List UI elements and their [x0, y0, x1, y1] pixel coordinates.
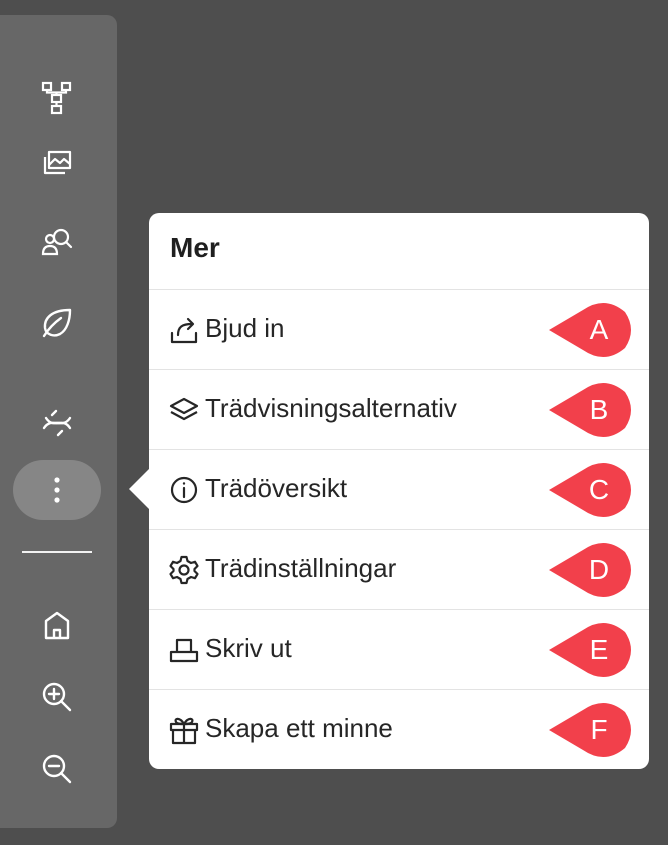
annotation-marker: C: [545, 460, 635, 520]
more-vertical-icon: [54, 477, 60, 503]
menu-item-tree-view-options[interactable]: Trädvisningsalternativ B: [149, 369, 649, 449]
menu-item-label: Bjud in: [205, 313, 285, 343]
menu-item-label: Trädöversikt: [205, 473, 348, 503]
menu-item-tree-overview[interactable]: Trädöversikt C: [149, 449, 649, 529]
annotation-marker: A: [545, 300, 635, 360]
search-people-button[interactable]: [13, 213, 101, 273]
annotation-marker: E: [545, 620, 635, 680]
share-icon: [168, 314, 200, 346]
menu-item-label: Trädinställningar: [205, 553, 397, 583]
more-button[interactable]: [13, 460, 101, 520]
gallery-button[interactable]: [13, 135, 101, 195]
dna-button[interactable]: [13, 393, 101, 453]
search-person-icon: [41, 228, 73, 256]
annotation-marker: D: [545, 540, 635, 600]
family-tree-icon: [41, 81, 72, 115]
layers-icon: [168, 394, 200, 426]
menu-item-tree-settings[interactable]: Trädinställningar D: [149, 529, 649, 609]
gallery-icon: [43, 150, 72, 175]
menu-item-label: Skapa ett minne: [205, 713, 393, 743]
family-tree-button[interactable]: [13, 68, 101, 128]
menu-item-label: Skriv ut: [205, 633, 292, 663]
print-icon: [168, 634, 200, 666]
settings-icon: [168, 554, 200, 586]
info-icon: [168, 474, 200, 506]
more-menu: Mer Bjud in A Trädvisningsalternativ B T…: [149, 213, 649, 769]
annotation-marker: B: [545, 380, 635, 440]
home-button[interactable]: [13, 595, 101, 655]
left-toolbar: [0, 15, 117, 828]
home-icon: [44, 611, 70, 640]
dna-icon: [42, 409, 72, 437]
zoom-in-icon: [42, 682, 72, 712]
annotation-marker: F: [545, 700, 635, 760]
menu-item-create-memory[interactable]: Skapa ett minne F: [149, 689, 649, 769]
menu-title: Mer: [170, 232, 220, 263]
menu-item-print[interactable]: Skriv ut E: [149, 609, 649, 689]
zoom-out-icon: [42, 754, 72, 784]
menu-item-label: Trädvisningsalternativ: [205, 393, 457, 423]
leaf-icon: [42, 308, 72, 338]
sidebar-divider: [22, 551, 92, 553]
zoom-in-button[interactable]: [13, 667, 101, 727]
stories-button[interactable]: [13, 293, 101, 353]
zoom-out-button[interactable]: [13, 739, 101, 799]
menu-item-invite[interactable]: Bjud in A: [149, 289, 649, 369]
menu-pointer: [129, 468, 150, 510]
gift-icon: [168, 714, 200, 746]
